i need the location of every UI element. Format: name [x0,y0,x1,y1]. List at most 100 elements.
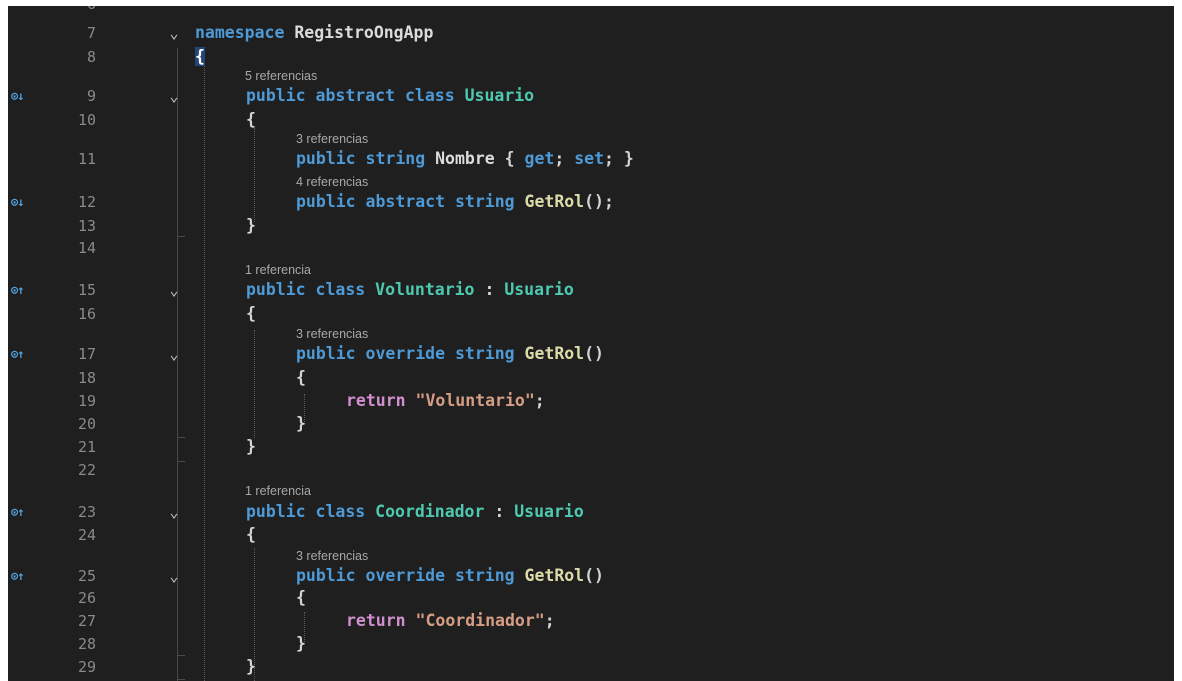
code-text: { [246,523,256,547]
code-line: ⊙↓ 9 ⌄ public abstract class Usuario [8,84,1174,108]
code-line: ⊙↑ 15 ⌄ public class Voluntario : Usuari… [8,278,1174,302]
code-lens-references[interactable]: 1 referencia [245,263,311,277]
brace: { [296,588,306,607]
keyword: override [365,566,446,585]
punctuation: () [584,344,604,363]
code-lens-line: 4 referencias [8,175,1174,189]
punctuation: : [484,280,495,299]
code-line: 10 { [8,108,1174,132]
keyword: class [404,86,455,105]
line-number: 9 [86,87,96,105]
namespace-name: RegistroOngApp [294,23,434,42]
code-text: namespace RegistroOngApp [195,21,433,45]
code-line: 28 } [8,632,1174,656]
keyword: public [246,86,306,105]
implements-icon[interactable]: ⊙↑ [11,342,24,366]
line-number: 15 [77,281,96,299]
keyword: string [454,566,515,585]
code-text: public abstract string GetRol(); [296,190,614,214]
keyword: string [454,192,515,211]
implements-icon[interactable]: ⊙↑ [11,500,24,524]
punctuation: (); [584,192,614,211]
code-line: 20 } [8,412,1174,436]
fold-chevron-icon[interactable]: ⌄ [166,500,182,524]
code-text: public class Voluntario : Usuario [246,278,574,302]
punctuation: ; [554,149,565,168]
line-number: 14 [77,239,96,257]
code-text: } [296,632,306,656]
line-number: 25 [77,567,96,585]
keyword: public [246,280,306,299]
brace: } [246,216,256,235]
brace: { [246,110,256,129]
code-line: 19 return "Voluntario"; [8,389,1174,413]
line-number: 10 [77,111,96,129]
brace: } [246,657,256,676]
string-literal: "Coordinador" [415,611,545,630]
code-line: 24 { [8,523,1174,547]
code-lens-references[interactable]: 3 referencias [296,132,368,146]
code-text: return "Voluntario"; [346,389,545,413]
line-number: 7 [86,24,96,42]
fold-chevron-icon[interactable]: ⌄ [166,21,182,45]
fold-chevron-icon[interactable]: ⌄ [166,342,182,366]
keyword: public [296,566,356,585]
implements-icon[interactable]: ⊙↑ [11,278,24,302]
code-line: 8 { [8,45,1174,69]
line-number: 17 [77,345,96,363]
code-lens-line: 1 referencia [8,484,1174,498]
punctuation: ; [604,149,614,168]
line-number: 28 [77,635,96,653]
brace: } [623,149,634,168]
keyword: class [315,502,366,521]
code-line: 6 [8,6,1174,16]
implemented-by-icon[interactable]: ⊙↓ [11,84,24,108]
property-name: Nombre [435,149,495,168]
code-line: 11 public string Nombre { get; set; } [8,147,1174,171]
fold-chevron-icon[interactable]: ⌄ [166,564,182,588]
type-name: Usuario [464,86,535,105]
keyword: public [246,502,306,521]
keyword: get [524,149,555,168]
line-number: 29 [77,658,96,676]
keyword: abstract [365,192,446,211]
code-text: } [246,655,256,679]
keyword: string [365,149,426,168]
keyword: class [315,280,366,299]
code-lens-references[interactable]: 5 referencias [245,69,317,83]
code-line: 21 } [8,435,1174,459]
code-text: return "Coordinador"; [346,609,555,633]
fold-chevron-icon[interactable]: ⌄ [166,84,182,108]
line-number: 6 [48,6,96,16]
line-number: 16 [77,305,96,323]
line-number: 8 [86,48,96,66]
code-lens-references[interactable]: 3 referencias [296,327,368,341]
brace: } [296,634,306,653]
implements-icon[interactable]: ⊙↑ [11,564,24,588]
code-editor[interactable]: 6 7 ⌄ namespace RegistroOngApp 8 { 5 ref… [8,6,1174,681]
code-line: ⊙↑ 23 ⌄ public class Coordinador : Usuar… [8,500,1174,524]
line-number: 21 [77,438,96,456]
fold-chevron-icon[interactable]: ⌄ [166,278,182,302]
matched-brace: { [195,47,205,66]
code-lens-line: 1 referencia [8,263,1174,277]
code-line: 29 } [8,655,1174,679]
brace: { [296,368,306,387]
code-lens-references[interactable]: 3 referencias [296,549,368,563]
code-line: ⊙↓ 12 public abstract string GetRol(); [8,190,1174,214]
line-number: 19 [77,392,96,410]
brace: } [246,437,256,456]
code-line: 7 ⌄ namespace RegistroOngApp [8,21,1174,45]
code-line: 16 { [8,302,1174,326]
type-name: Usuario [504,280,574,299]
punctuation: () [584,566,604,585]
type-name: Voluntario [375,280,475,299]
line-number: 22 [77,461,96,479]
code-text: { [195,45,205,69]
line-number: 26 [77,589,96,607]
code-line: 13 } [8,214,1174,238]
code-lens-references[interactable]: 4 referencias [296,175,368,189]
code-lens-references[interactable]: 1 referencia [245,484,311,498]
fold-end-coordinador [177,679,185,680]
implemented-by-icon[interactable]: ⊙↓ [11,190,24,214]
